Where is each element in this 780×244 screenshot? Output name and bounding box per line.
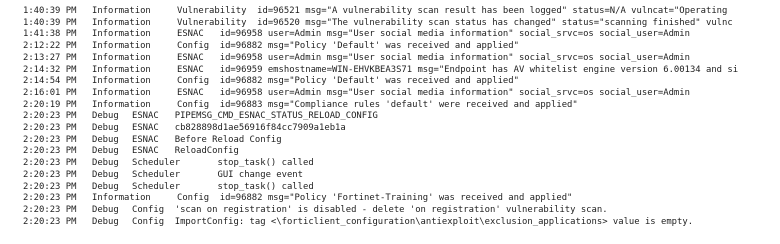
log-entry-time: 2:20:23 PM (23, 169, 77, 180)
log-entry-level: Debug (92, 134, 119, 145)
log-entry-message: ESNAC id=96958 user=Admin msg="User soci… (177, 52, 690, 63)
log-entry-message: Vulnerability id=96520 msg="The vulnerab… (177, 17, 733, 28)
log-entry-message: Config id=96882 msg="Policy 'Fortinet-Tr… (177, 193, 573, 204)
log-entry-time: 2:13:27 PM (23, 52, 77, 63)
log-entry-time: 2:14:54 PM (23, 76, 77, 87)
log-entry-message: ESNAC Before Reload Config (132, 134, 282, 145)
log-entry-message: Config ImportConfig: tag <\forticlient_c… (132, 216, 694, 227)
log-entry-level: Debug (92, 158, 119, 169)
log-entry-level: Information (92, 99, 151, 110)
log-entry-time: 2:20:23 PM (23, 193, 77, 204)
log-entry-level: Debug (92, 181, 119, 192)
log-entry-level: Information (92, 64, 151, 75)
log-entry-level: Debug (92, 123, 119, 133)
log-entry-time: 2:20:23 PM (23, 158, 77, 169)
log-entry-level: Debug (92, 169, 119, 180)
log-entry-level: Information (92, 76, 151, 87)
log-entry-level: Information (92, 6, 151, 16)
log-entry-message: ESNAC id=96958 user=Admin msg="User soci… (177, 87, 690, 98)
log-entry-message: ESNAC id=96959 emshostname=WIN-EHVKBEA3S… (177, 64, 739, 75)
log-entry-level: Information (92, 17, 151, 28)
log-entry-level: Debug (92, 111, 119, 122)
log-entry-time: 2:20:23 PM (23, 181, 77, 192)
log-entry-time: 2:20:23 PM (23, 146, 77, 157)
log-entry-level: Information (92, 52, 151, 63)
log-entry-level: Information (92, 193, 151, 204)
log-entry-time: 2:14:32 PM (23, 64, 77, 75)
log-entry-level: Debug (92, 204, 119, 215)
log-entry-message: Scheduler stop_task() called (132, 158, 314, 169)
log-entry-message: ESNAC ReloadConfig (132, 146, 239, 157)
log-entry-level: Debug (92, 146, 119, 157)
log-entry-time: 2:16:01 PM (23, 87, 77, 98)
log-entry-message: ESNAC id=96958 user=Admin msg="User soci… (177, 29, 690, 40)
log-entry-message: Config 'scan on registration' is disable… (132, 204, 608, 215)
log-entry-message: Config id=96883 msg="Compliance rules 'd… (177, 99, 578, 110)
log-entry-message: ESNAC PIPEMSG_CMD_ESNAC_STATUS_RELOAD_CO… (132, 111, 378, 122)
log-entry-level: Debug (92, 216, 119, 227)
log-entry-time: 1:40:39 PM (23, 17, 77, 28)
log-entry-message: Config id=96882 msg="Policy 'Default' wa… (177, 41, 519, 52)
log-entry-message: Vulnerability id=96521 msg="A vulnerabil… (177, 6, 728, 16)
log-entry-level: Information (92, 41, 151, 52)
log-entry-time: 2:20:19 PM (23, 99, 77, 110)
log-entry-level: Information (92, 29, 151, 40)
log-entry-time: 2:12:22 PM (23, 41, 77, 52)
log-entry-time: 2:20:23 PM (23, 216, 77, 227)
log-entry-message: ESNAC cb828898d1ae56916f84cc7909a1eb1a (132, 123, 346, 133)
log-view[interactable]: 1:40:39 PM Information Vulnerability id=96… (0, 0, 780, 244)
log-entry-time: 1:40:39 PM (23, 6, 77, 16)
log-entry-time: 2:20:23 PM (23, 111, 77, 122)
log-entry-level: Information (92, 87, 151, 98)
log-entry-time: 1:41:38 PM (23, 29, 77, 40)
log-entry-message: Scheduler GUI change event (132, 169, 303, 180)
log-entry-time: 2:20:23 PM (23, 204, 77, 215)
log-entry-message: Scheduler stop_task() called (132, 181, 314, 192)
log-entry-message: Config id=96882 msg="Policy 'Default' wa… (177, 76, 519, 87)
log-entry-time: 2:20:23 PM (23, 134, 77, 145)
log-entry-time: 2:20:23 PM (23, 123, 77, 133)
